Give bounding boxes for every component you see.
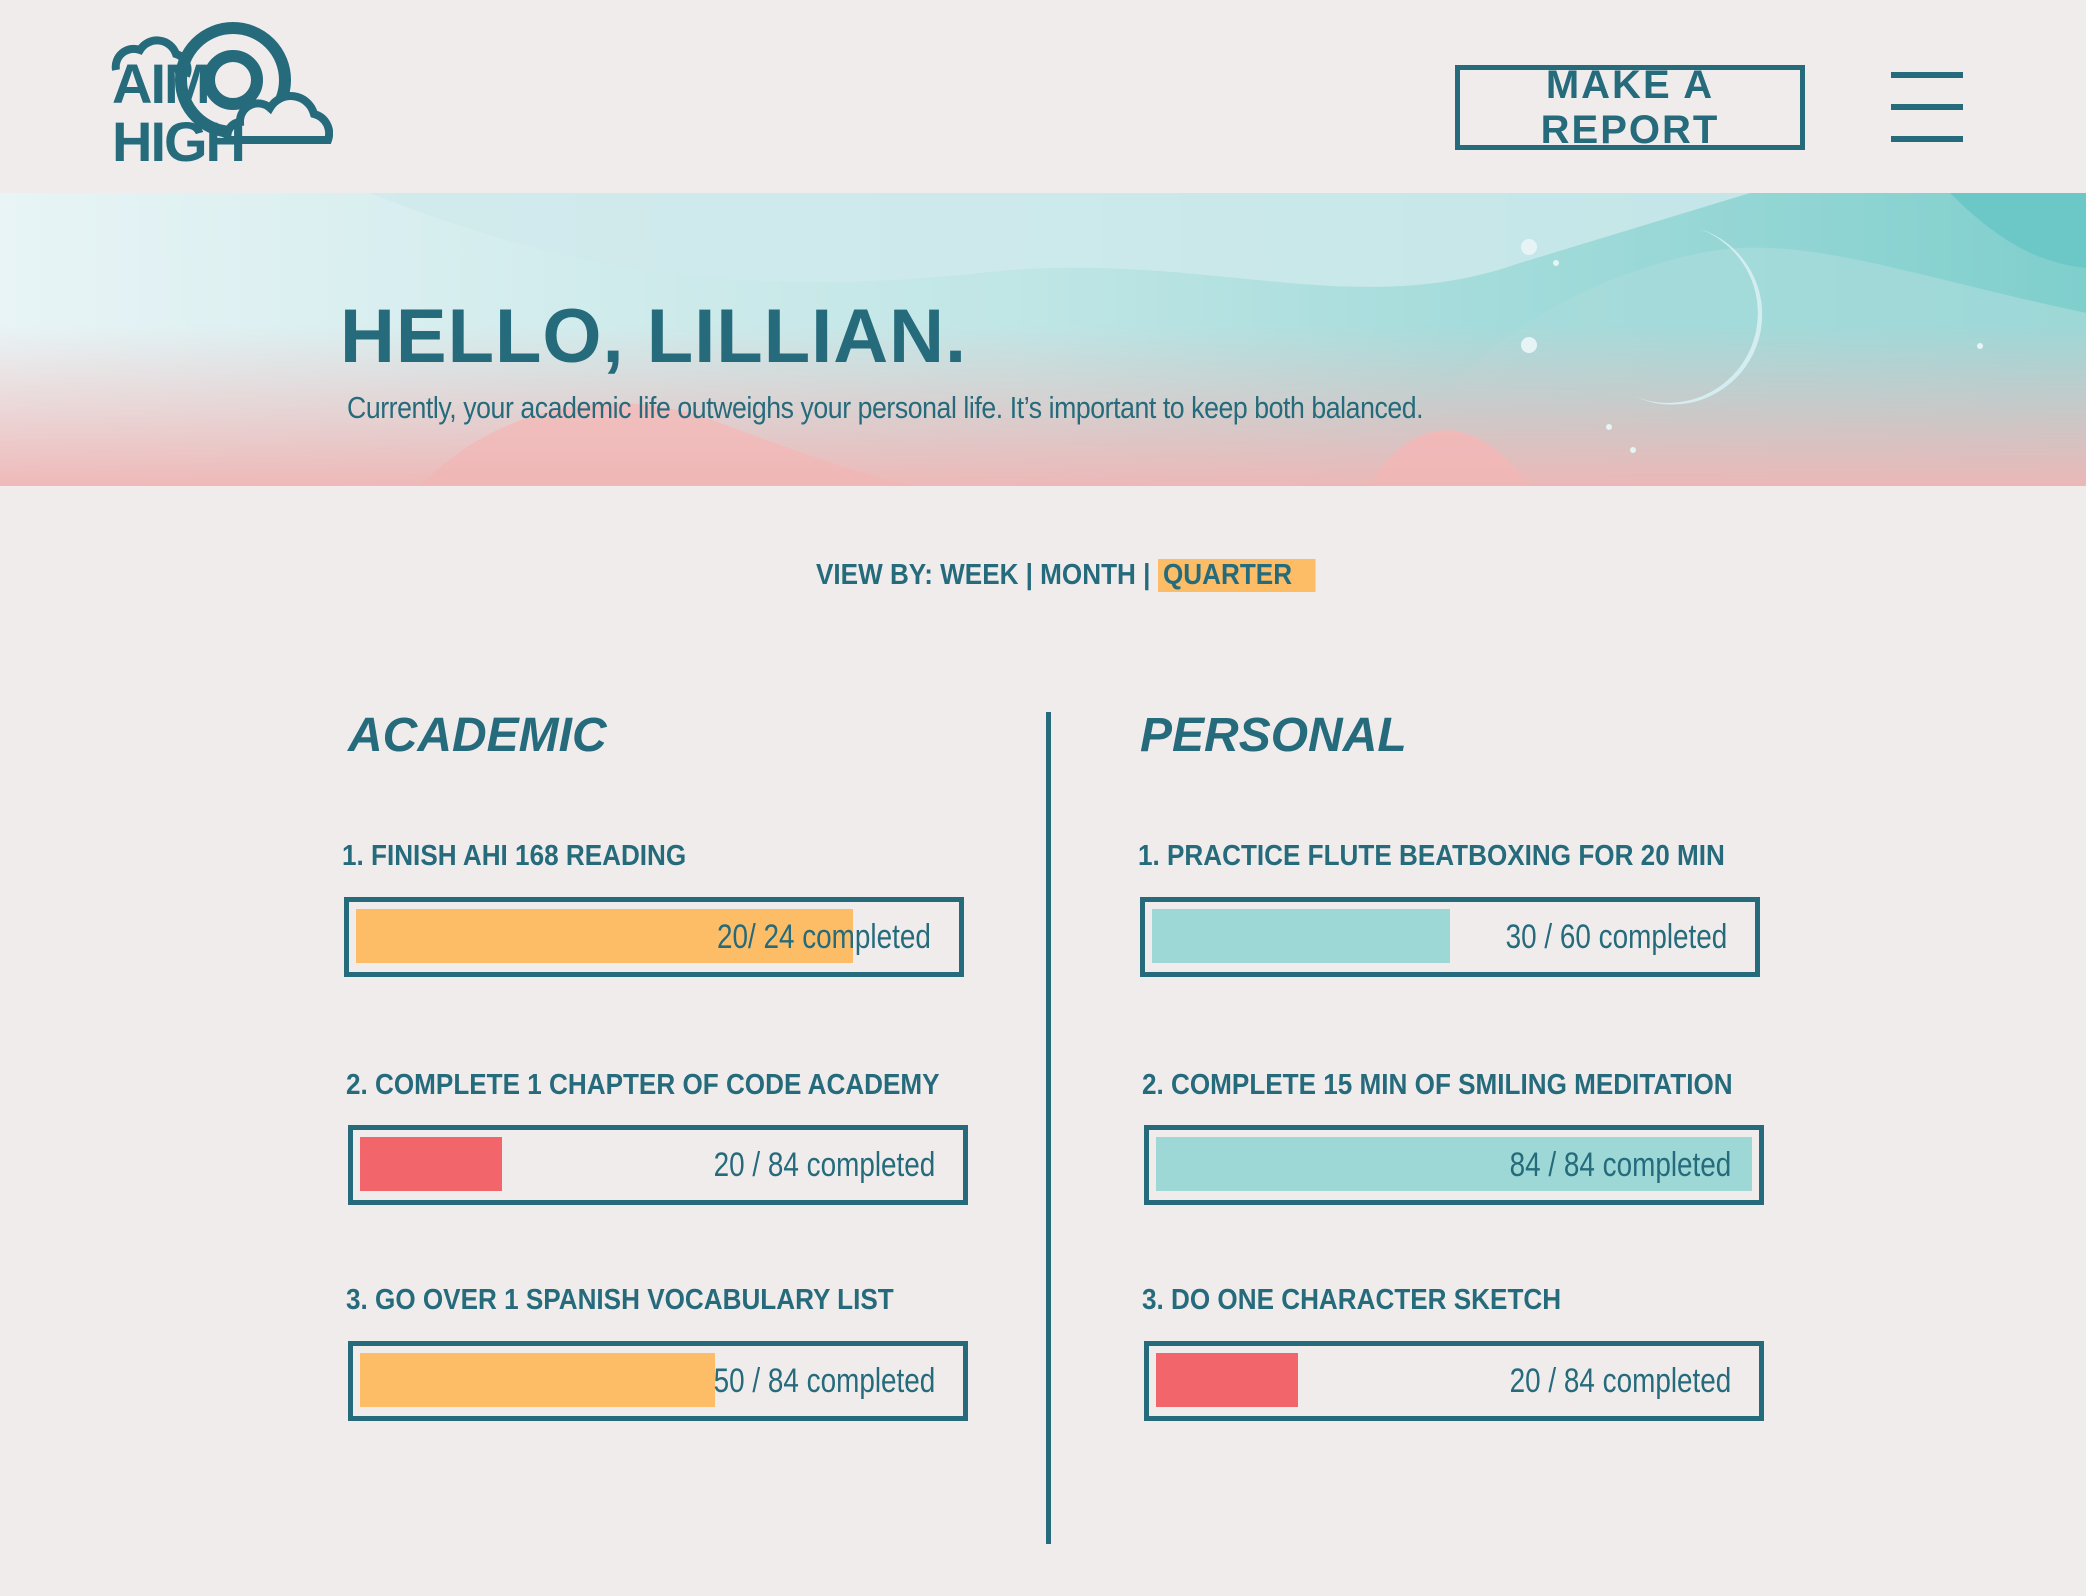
progress-fill xyxy=(360,1353,715,1407)
hero-background-illustration xyxy=(0,193,2086,486)
personal-goal-3-label: 3. DO ONE CHARACTER SKETCH xyxy=(1142,1284,1562,1316)
personal-goal-1-progress-bar: 30 / 60 completed xyxy=(1140,897,1760,977)
academic-goal-2-progress-bar: 20 / 84 completed xyxy=(348,1125,968,1205)
view-by-selector: VIEW BY: WEEK | MONTH | QUARTER xyxy=(816,555,1316,595)
progress-fill xyxy=(1152,909,1450,963)
academic-goal-2-label: 2. COMPLETE 1 CHAPTER OF CODE ACADEMY xyxy=(346,1069,940,1101)
progress-fill xyxy=(360,1137,502,1191)
personal-heading: PERSONAL xyxy=(1140,709,1407,762)
balance-message: Currently, your academic life outweighs … xyxy=(347,390,1424,425)
progress-text: 30 / 60 completed xyxy=(1505,917,1727,956)
hamburger-menu-icon[interactable] xyxy=(1891,72,1963,142)
academic-goal-1-progress-bar: 20/ 24 completed xyxy=(344,897,964,977)
logo-text-high: HIGH xyxy=(112,110,246,173)
progress-text: 50 / 84 completed xyxy=(713,1361,935,1400)
progress-text: 20 / 84 completed xyxy=(1509,1361,1731,1400)
view-by-label: VIEW BY: xyxy=(816,558,933,591)
progress-fill xyxy=(1156,1353,1298,1407)
academic-heading: ACADEMIC xyxy=(348,709,607,762)
separator: | xyxy=(1143,558,1151,591)
make-a-report-button[interactable]: MAKE A REPORT xyxy=(1455,63,1805,152)
academic-goal-3-label: 3. GO OVER 1 SPANISH VOCABULARY LIST xyxy=(346,1284,894,1316)
academic-goal-1-label: 1. FINISH AHI 168 READING xyxy=(342,840,687,872)
separator: | xyxy=(1025,558,1033,591)
view-quarter-option[interactable]: QUARTER xyxy=(1157,558,1316,592)
personal-goal-3-progress-bar: 20 / 84 completed xyxy=(1144,1341,1764,1421)
view-week-option[interactable]: WEEK xyxy=(940,559,1018,592)
hero-banner xyxy=(0,193,2086,486)
progress-text: 20/ 24 completed xyxy=(717,917,931,956)
academic-goal-3-progress-bar: 50 / 84 completed xyxy=(348,1341,968,1421)
personal-goal-2-label: 2. COMPLETE 15 MIN OF SMILING MEDITATION xyxy=(1142,1069,1733,1101)
personal-goal-1-label: 1. PRACTICE FLUTE BEATBOXING FOR 20 MIN xyxy=(1138,840,1725,872)
page: AIM HIGH MAKE A REPORT HELLO, LILLIAN. C… xyxy=(0,0,2086,1596)
progress-text: 20 / 84 completed xyxy=(713,1145,935,1184)
progress-text: 84 / 84 completed xyxy=(1509,1145,1731,1184)
view-month-option[interactable]: MONTH xyxy=(1040,559,1136,592)
personal-goal-2-progress-bar: 84 / 84 completed xyxy=(1144,1125,1764,1205)
logo-text-aim: AIM xyxy=(112,52,211,115)
column-divider xyxy=(1046,712,1051,1544)
greeting-title: HELLO, LILLIAN. xyxy=(340,294,968,379)
aim-high-logo[interactable]: AIM HIGH xyxy=(108,22,334,177)
